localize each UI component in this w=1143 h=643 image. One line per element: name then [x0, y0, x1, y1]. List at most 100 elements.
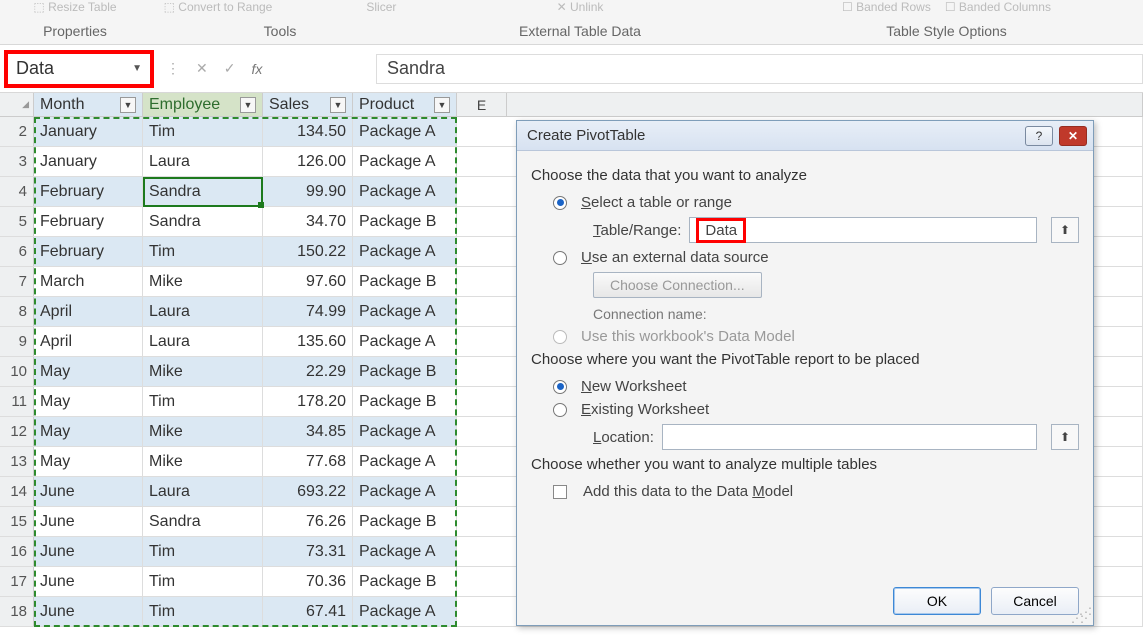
cell-sales[interactable]: 134.50: [263, 117, 353, 146]
cell-product[interactable]: Package A: [353, 447, 457, 476]
row-header[interactable]: 14: [0, 477, 34, 506]
cell-product[interactable]: Package A: [353, 117, 457, 146]
cell-sales[interactable]: 150.22: [263, 237, 353, 266]
cell-month[interactable]: February: [34, 237, 143, 266]
choose-connection-button[interactable]: Choose Connection...: [593, 272, 762, 298]
cell-month[interactable]: June: [34, 537, 143, 566]
row-header[interactable]: 3: [0, 147, 34, 176]
cell-sales[interactable]: 76.26: [263, 507, 353, 536]
row-header[interactable]: 17: [0, 567, 34, 596]
cell-product[interactable]: Package B: [353, 387, 457, 416]
table-range-input[interactable]: Data: [689, 217, 1037, 243]
cell-product[interactable]: Package B: [353, 267, 457, 296]
slicer-action[interactable]: Slicer: [366, 0, 396, 14]
row-header[interactable]: 8: [0, 297, 34, 326]
cell-month[interactable]: May: [34, 417, 143, 446]
row-header[interactable]: 6: [0, 237, 34, 266]
cell-month[interactable]: June: [34, 597, 143, 626]
cell-product[interactable]: Package A: [353, 417, 457, 446]
radio-new-worksheet[interactable]: [553, 380, 567, 394]
row-header[interactable]: 18: [0, 597, 34, 626]
name-box-dropdown-icon[interactable]: ▼: [132, 63, 142, 74]
cell-employee[interactable]: Tim: [143, 567, 263, 596]
col-header-product[interactable]: Product▼: [353, 93, 457, 116]
row-header[interactable]: 7: [0, 267, 34, 296]
select-all-corner[interactable]: ◢: [0, 93, 34, 116]
cell-month[interactable]: February: [34, 177, 143, 206]
row-header[interactable]: 12: [0, 417, 34, 446]
col-header-employee[interactable]: Employee▼: [143, 93, 263, 116]
row-header[interactable]: 9: [0, 327, 34, 356]
cell-product[interactable]: Package A: [353, 297, 457, 326]
cell-employee[interactable]: Sandra: [143, 177, 263, 206]
cell-product[interactable]: Package A: [353, 147, 457, 176]
cell-employee[interactable]: Laura: [143, 147, 263, 176]
cell-product[interactable]: Package B: [353, 507, 457, 536]
col-header-e[interactable]: E: [457, 93, 507, 116]
unlink-action[interactable]: ✕ Unlink: [557, 0, 604, 14]
cell-sales[interactable]: 135.60: [263, 327, 353, 356]
row-header[interactable]: 11: [0, 387, 34, 416]
ok-button[interactable]: OK: [893, 587, 981, 615]
cell-sales[interactable]: 693.22: [263, 477, 353, 506]
cell-sales[interactable]: 22.29: [263, 357, 353, 386]
cell-month[interactable]: April: [34, 327, 143, 356]
cell-month[interactable]: May: [34, 357, 143, 386]
cell-sales[interactable]: 126.00: [263, 147, 353, 176]
cell-employee[interactable]: Sandra: [143, 207, 263, 236]
cell-month[interactable]: January: [34, 147, 143, 176]
cell-employee[interactable]: Laura: [143, 477, 263, 506]
cell-sales[interactable]: 77.68: [263, 447, 353, 476]
filter-dropdown-icon[interactable]: ▼: [330, 97, 346, 113]
cell-employee[interactable]: Laura: [143, 297, 263, 326]
cell-product[interactable]: Package A: [353, 327, 457, 356]
radio-external-source[interactable]: [553, 251, 567, 265]
cell-month[interactable]: April: [34, 297, 143, 326]
cell-sales[interactable]: 67.41: [263, 597, 353, 626]
cell-product[interactable]: Package A: [353, 237, 457, 266]
cell-month[interactable]: June: [34, 507, 143, 536]
cell-employee[interactable]: Tim: [143, 237, 263, 266]
cell-employee[interactable]: Sandra: [143, 507, 263, 536]
checkbox-add-to-model[interactable]: [553, 485, 567, 499]
cell-month[interactable]: June: [34, 567, 143, 596]
formula-input[interactable]: [376, 54, 1143, 84]
resize-table-action[interactable]: ⬚ Resize Table: [33, 0, 116, 14]
cell-employee[interactable]: Tim: [143, 537, 263, 566]
cell-employee[interactable]: Mike: [143, 417, 263, 446]
radio-select-table[interactable]: [553, 196, 567, 210]
col-header-month[interactable]: Month▼: [34, 93, 143, 116]
cell-product[interactable]: Package A: [353, 597, 457, 626]
row-header[interactable]: 4: [0, 177, 34, 206]
cell-employee[interactable]: Tim: [143, 597, 263, 626]
cell-sales[interactable]: 99.90: [263, 177, 353, 206]
cell-sales[interactable]: 178.20: [263, 387, 353, 416]
cell-sales[interactable]: 74.99: [263, 297, 353, 326]
cell-sales[interactable]: 34.70: [263, 207, 353, 236]
cell-month[interactable]: June: [34, 477, 143, 506]
resize-grip-icon[interactable]: ⋰⋰⋰: [1071, 609, 1089, 621]
dialog-titlebar[interactable]: Create PivotTable ? ✕: [517, 121, 1093, 151]
cell-product[interactable]: Package A: [353, 537, 457, 566]
col-header-rest[interactable]: [507, 93, 1143, 116]
row-header[interactable]: 15: [0, 507, 34, 536]
cell-employee[interactable]: Mike: [143, 357, 263, 386]
cell-employee[interactable]: Tim: [143, 117, 263, 146]
filter-dropdown-icon[interactable]: ▼: [434, 97, 450, 113]
location-input[interactable]: [662, 424, 1037, 450]
filter-dropdown-icon[interactable]: ▼: [240, 97, 256, 113]
cell-month[interactable]: February: [34, 207, 143, 236]
row-header[interactable]: 10: [0, 357, 34, 386]
row-header[interactable]: 5: [0, 207, 34, 236]
radio-existing-worksheet[interactable]: [553, 403, 567, 417]
cell-employee[interactable]: Mike: [143, 447, 263, 476]
cell-employee[interactable]: Mike: [143, 267, 263, 296]
cancel-formula-icon[interactable]: ✕: [196, 60, 208, 77]
cell-sales[interactable]: 34.85: [263, 417, 353, 446]
cell-sales[interactable]: 73.31: [263, 537, 353, 566]
cell-month[interactable]: March: [34, 267, 143, 296]
cell-product[interactable]: Package B: [353, 567, 457, 596]
cell-sales[interactable]: 70.36: [263, 567, 353, 596]
col-header-sales[interactable]: Sales▼: [263, 93, 353, 116]
convert-to-range-action[interactable]: ⬚ Convert to Range: [164, 0, 273, 14]
